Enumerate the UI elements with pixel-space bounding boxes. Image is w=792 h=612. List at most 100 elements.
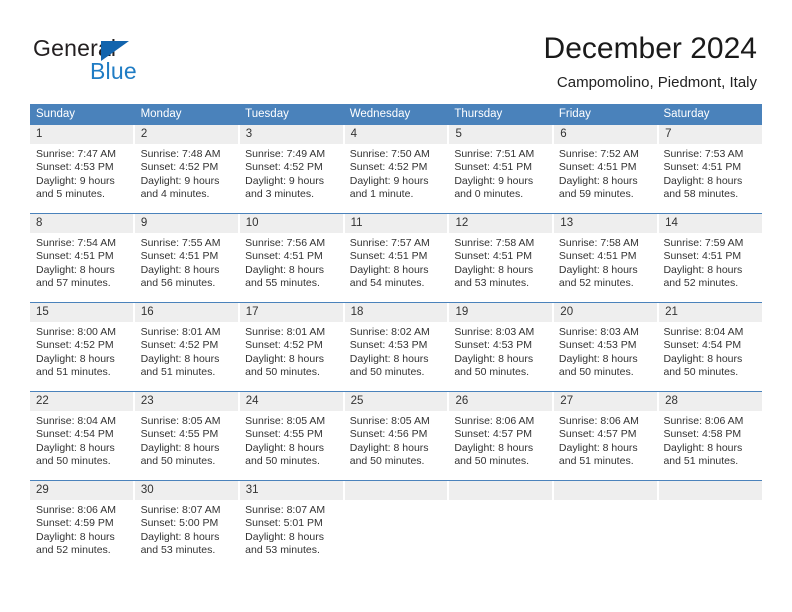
daylight-line1: Daylight: 8 hours	[140, 263, 220, 276]
week-date-band: 29 30 31	[30, 481, 763, 500]
sunset-text: Sunset: 4:54 PM	[36, 428, 114, 441]
week-row: 15 16 17 18 19 20 21 Sunrise: 8:00 AM Su…	[30, 302, 763, 391]
day-number[interactable]: 9	[134, 214, 240, 233]
day-number[interactable]: 1	[30, 125, 135, 144]
sunrise-text: Sunrise: 7:58 AM	[558, 237, 639, 249]
weekday-header-row: Sunday Monday Tuesday Wednesday Thursday…	[30, 104, 762, 125]
page-title: December 2024	[543, 32, 757, 65]
week-row: 29 30 31 Sunrise: 8:06 AM Sunset: 4:59 P…	[30, 480, 763, 569]
day-number[interactable]: 21	[659, 303, 763, 322]
day-details-empty	[553, 500, 658, 569]
sunset-text: Sunset: 4:52 PM	[245, 161, 323, 174]
day-number[interactable]: 28	[659, 392, 763, 411]
daylight-line2: and 50 minutes.	[558, 365, 634, 378]
daylight-line2: and 50 minutes.	[36, 454, 111, 467]
daylight-line1: Daylight: 8 hours	[454, 352, 534, 365]
day-number[interactable]: 8	[30, 214, 135, 233]
day-number[interactable]: 10	[239, 214, 345, 233]
day-number[interactable]: 20	[554, 303, 660, 322]
daylight-line1: Daylight: 8 hours	[245, 530, 324, 543]
weekday-header-monday: Monday	[140, 108, 182, 120]
day-details: Sunrise: 8:06 AM Sunset: 4:58 PM Dayligh…	[657, 411, 762, 480]
day-number[interactable]: 3	[239, 125, 345, 144]
daylight-line2: and 4 minutes.	[140, 187, 210, 200]
sunset-text: Sunset: 4:53 PM	[454, 339, 532, 352]
day-number[interactable]: 4	[344, 125, 450, 144]
daylight-line2: and 50 minutes.	[245, 365, 320, 378]
daylight-line1: Daylight: 9 hours	[349, 174, 429, 187]
daylight-line1: Daylight: 9 hours	[454, 174, 534, 187]
day-details-empty	[657, 500, 762, 569]
day-number[interactable]: 12	[449, 214, 555, 233]
sunrise-text: Sunrise: 8:05 AM	[245, 415, 326, 427]
day-number[interactable]: 18	[344, 303, 450, 322]
day-details: Sunrise: 8:05 AM Sunset: 4:55 PM Dayligh…	[239, 411, 344, 480]
sunrise-text: Sunrise: 7:51 AM	[454, 148, 535, 160]
day-number[interactable]: 13	[554, 214, 660, 233]
day-number[interactable]: 11	[344, 214, 450, 233]
sunrise-text: Sunrise: 8:02 AM	[349, 326, 430, 338]
day-details: Sunrise: 7:56 AM Sunset: 4:51 PM Dayligh…	[239, 233, 344, 302]
sunrise-text: Sunrise: 8:01 AM	[140, 326, 221, 338]
sunrise-text: Sunrise: 7:47 AM	[36, 148, 116, 160]
sunrise-text: Sunrise: 8:03 AM	[558, 326, 639, 338]
general-blue-logo[interactable]: General Blue	[33, 35, 233, 87]
daylight-line1: Daylight: 8 hours	[140, 530, 220, 543]
sunset-text: Sunset: 4:51 PM	[454, 250, 532, 263]
day-number[interactable]: 25	[344, 392, 450, 411]
sunset-text: Sunset: 4:51 PM	[454, 161, 532, 174]
day-number[interactable]: 22	[30, 392, 135, 411]
sunrise-text: Sunrise: 8:06 AM	[558, 415, 639, 427]
daylight-line2: and 52 minutes.	[663, 276, 739, 289]
sunset-text: Sunset: 4:51 PM	[245, 250, 323, 263]
sunset-text: Sunset: 4:51 PM	[36, 250, 114, 263]
sunset-text: Sunset: 4:52 PM	[36, 339, 114, 352]
sunset-text: Sunset: 5:01 PM	[245, 517, 323, 530]
day-number[interactable]: 5	[449, 125, 555, 144]
day-details: Sunrise: 7:58 AM Sunset: 4:51 PM Dayligh…	[553, 233, 658, 302]
week-detail-band: Sunrise: 7:47 AM Sunset: 4:53 PM Dayligh…	[30, 144, 762, 213]
day-number[interactable]: 30	[134, 481, 240, 500]
sunrise-text: Sunrise: 8:01 AM	[245, 326, 326, 338]
sunset-text: Sunset: 4:51 PM	[140, 250, 219, 263]
day-number[interactable]: 29	[30, 481, 135, 500]
day-number[interactable]: 31	[239, 481, 345, 500]
daylight-line1: Daylight: 8 hours	[454, 441, 534, 454]
day-details: Sunrise: 8:06 AM Sunset: 4:57 PM Dayligh…	[448, 411, 553, 480]
daylight-line2: and 50 minutes.	[454, 454, 530, 467]
day-number[interactable]: 16	[134, 303, 240, 322]
week-date-band: 22 23 24 25 26 27 28	[30, 392, 763, 411]
daylight-line2: and 56 minutes.	[140, 276, 216, 289]
week-detail-band: Sunrise: 8:00 AM Sunset: 4:52 PM Dayligh…	[30, 322, 762, 391]
logo-text-blue: Blue	[90, 58, 137, 84]
daylight-line2: and 1 minute.	[349, 187, 414, 200]
day-number[interactable]: 26	[449, 392, 555, 411]
day-number[interactable]: 6	[554, 125, 660, 144]
day-number-empty	[554, 481, 660, 500]
day-number[interactable]: 19	[449, 303, 555, 322]
day-number[interactable]: 15	[30, 303, 135, 322]
day-details: Sunrise: 8:07 AM Sunset: 5:01 PM Dayligh…	[239, 500, 344, 569]
day-number[interactable]: 17	[239, 303, 345, 322]
daylight-line2: and 3 minutes.	[245, 187, 315, 200]
sunrise-text: Sunrise: 8:03 AM	[454, 326, 535, 338]
calendar-page: General Blue December 2024 Campomolino, …	[0, 0, 792, 612]
page-header: General Blue December 2024 Campomolino, …	[0, 0, 792, 100]
daylight-line1: Daylight: 8 hours	[454, 263, 534, 276]
daylight-line2: and 50 minutes.	[245, 454, 320, 467]
weekday-header-tuesday: Tuesday	[245, 108, 289, 120]
daylight-line2: and 52 minutes.	[558, 276, 634, 289]
daylight-line1: Daylight: 8 hours	[349, 352, 429, 365]
day-details: Sunrise: 7:54 AM Sunset: 4:51 PM Dayligh…	[30, 233, 135, 302]
sunrise-text: Sunrise: 8:04 AM	[663, 326, 744, 338]
week-detail-band: Sunrise: 8:04 AM Sunset: 4:54 PM Dayligh…	[30, 411, 762, 480]
day-number[interactable]: 2	[134, 125, 240, 144]
day-number[interactable]: 24	[239, 392, 345, 411]
day-number[interactable]: 14	[659, 214, 763, 233]
sunset-text: Sunset: 4:51 PM	[558, 161, 637, 174]
day-number[interactable]: 7	[659, 125, 763, 144]
sunrise-text: Sunrise: 8:07 AM	[140, 504, 221, 516]
day-number[interactable]: 27	[554, 392, 660, 411]
day-details: Sunrise: 8:05 AM Sunset: 4:56 PM Dayligh…	[344, 411, 449, 480]
day-number[interactable]: 23	[134, 392, 240, 411]
